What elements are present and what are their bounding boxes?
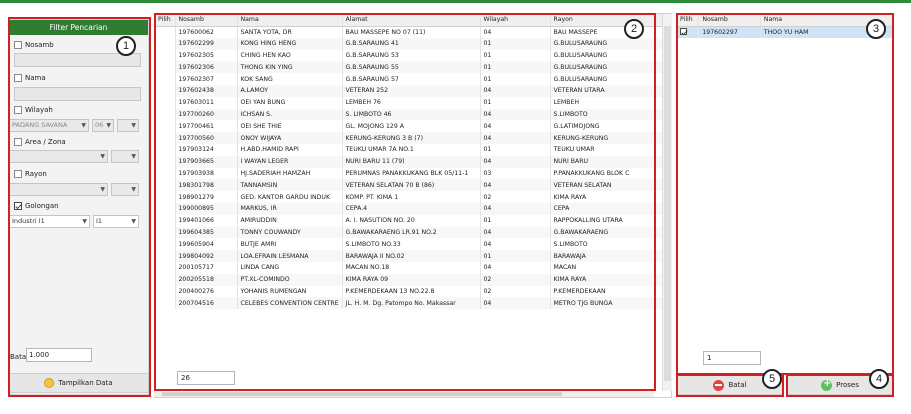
customer-grid-horizontal-scrollbar[interactable] [154,391,654,397]
annotation-marker-3: 3 [866,19,886,39]
annotation-marker-1: 1 [116,36,136,56]
annotation-marker-4: 4 [869,369,889,389]
customer-grid-vertical-scrollbar[interactable] [662,14,672,391]
annotation-box-grid [154,13,656,391]
annotation-box-selected [676,13,894,375]
scrollbar-thumb[interactable] [664,26,671,381]
annotation-marker-5: 5 [762,369,782,389]
annotation-box-filter [8,17,151,397]
scrollbar-thumb[interactable] [162,392,562,396]
annotation-marker-2: 2 [624,19,644,39]
top-accent-bar [0,0,911,3]
